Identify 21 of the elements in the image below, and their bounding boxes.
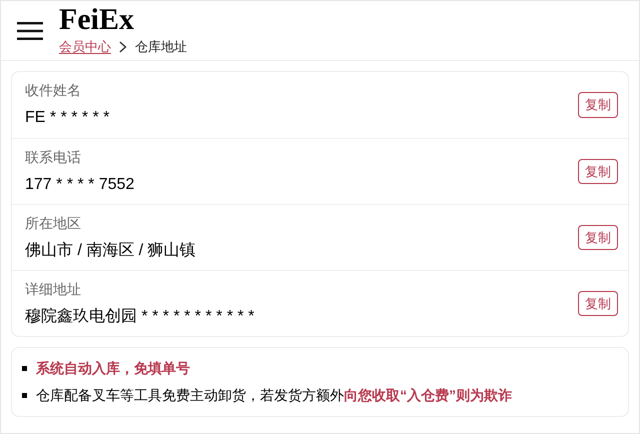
note-text: 系统自动入库，免填单号 [36,359,190,378]
copy-button[interactable]: 复制 [578,158,618,184]
bullet-icon [22,393,27,398]
breadcrumb-link[interactable]: 会员中心 [59,36,111,56]
note-text: 仓库配备叉车等工具免费主动卸货，若发货方额外向您收取“入仓费”则为欺诈 [36,386,512,405]
field-value: 177 * * * * 7552 [25,174,134,194]
field-value: 佛山市 / 南海区 / 狮山镇 [25,240,196,260]
field-value: FE * * * * * * [25,108,110,128]
menu-icon[interactable] [17,22,43,40]
copy-button[interactable]: 复制 [578,224,618,250]
copy-button[interactable]: 复制 [578,92,618,118]
chevron-right-icon [119,40,127,52]
breadcrumb-current: 仓库地址 [135,38,187,56]
field-label: 所在地区 [25,214,82,232]
logo: FeiEx [59,4,135,35]
field-label: 收件姓名 [25,81,82,100]
field-value: 穆院鑫玖电创园 * * * * * * * * * * * [25,306,254,326]
bullet-icon [22,366,27,371]
copy-button[interactable]: 复制 [578,290,618,316]
field-label: 联系电话 [25,148,82,166]
field-label: 详细地址 [25,280,82,298]
